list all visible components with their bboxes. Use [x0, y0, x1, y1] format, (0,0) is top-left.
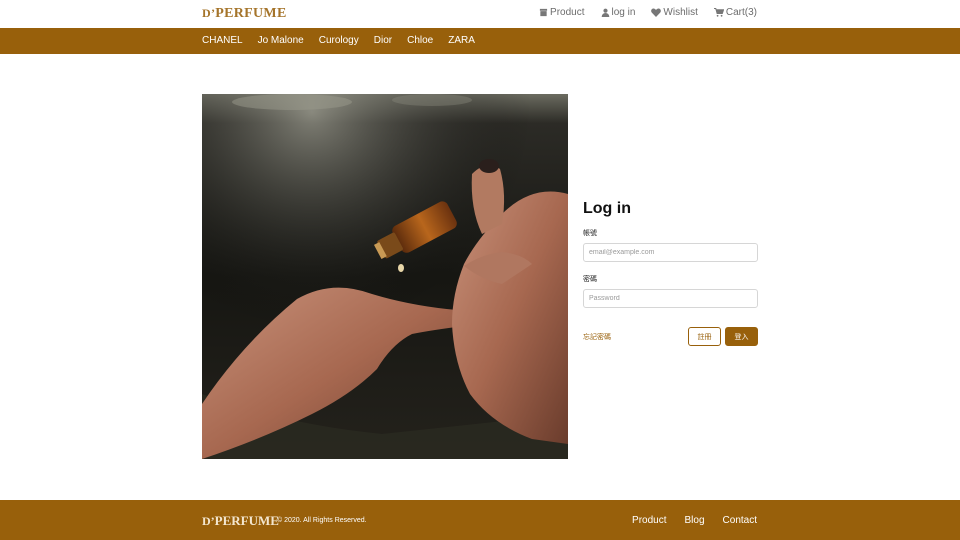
brand-link-curology[interactable]: Curology [319, 35, 359, 46]
footer-logo-main: PERFUME [214, 513, 279, 528]
email-field[interactable] [583, 243, 758, 262]
logo-prefix: D’ [202, 6, 216, 20]
footer-logo-prefix: D’ [202, 514, 215, 528]
forgot-password-link[interactable]: 忘記密碼 [583, 332, 611, 342]
footer-link-contact[interactable]: Contact [723, 515, 757, 526]
heart-icon [651, 8, 662, 17]
account-label: 帳號 [583, 230, 597, 237]
nav-cart[interactable]: Cart(3) [713, 7, 757, 18]
copyright-text: © 2020. All Rights Reserved. [277, 517, 367, 524]
nav-product-label: Product [550, 7, 585, 18]
site-logo[interactable]: D’PERFUME [202, 6, 287, 22]
nav-wishlist[interactable]: Wishlist [651, 7, 698, 18]
brand-link-chanel[interactable]: CHANEL [202, 35, 243, 46]
brand-list: CHANEL Jo Malone Curology Dior Chloe ZAR… [202, 35, 475, 46]
footer-logo[interactable]: D’PERFUME [202, 513, 279, 529]
login-button[interactable]: 登入 [725, 327, 758, 346]
cart-icon [713, 8, 724, 17]
hero-photo [202, 94, 568, 459]
password-label: 密碼 [583, 276, 597, 283]
brand-nav-bar: CHANEL Jo Malone Curology Dior Chloe ZAR… [0, 28, 960, 54]
nav-product[interactable]: Product [539, 7, 585, 18]
nav-login-label: log in [611, 7, 636, 18]
login-title: Log in [583, 200, 631, 217]
login-actions: 忘記密碼 註冊 登入 [583, 327, 758, 347]
store-icon [539, 8, 548, 17]
top-nav: Product log in Wishlist Cart(3) [539, 7, 757, 18]
nav-wishlist-label: Wishlist [663, 7, 698, 18]
top-header: D’PERFUME Product log in Wishlist Cart(3… [0, 0, 960, 28]
logo-main: PERFUME [215, 6, 287, 21]
password-field[interactable] [583, 289, 758, 308]
nav-cart-label: Cart(3) [725, 7, 757, 18]
brand-link-dior[interactable]: Dior [374, 35, 392, 46]
footer-links: Product Blog Contact [632, 515, 757, 526]
brand-link-zara[interactable]: ZARA [448, 35, 475, 46]
brand-link-jo-malone[interactable]: Jo Malone [258, 35, 304, 46]
footer: D’PERFUME © 2020. All Rights Reserved. P… [0, 500, 960, 540]
login-form: Log in 帳號 密碼 忘記密碼 註冊 登入 [583, 200, 758, 347]
brand-link-chloe[interactable]: Chloe [407, 35, 433, 46]
user-icon [601, 8, 609, 17]
footer-link-product[interactable]: Product [632, 515, 666, 526]
nav-login[interactable]: log in [601, 7, 636, 18]
footer-link-blog[interactable]: Blog [685, 515, 705, 526]
register-button[interactable]: 註冊 [688, 327, 721, 346]
perfume-oil-photo [202, 94, 568, 459]
